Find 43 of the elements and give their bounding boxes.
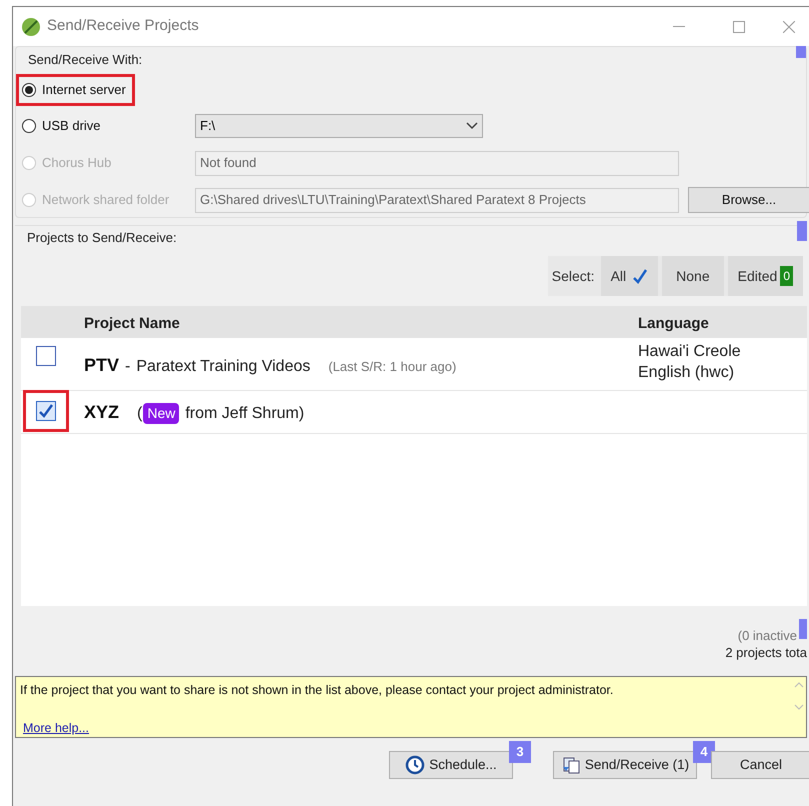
drive-dropdown[interactable]: F:\ (195, 114, 483, 138)
window-title: Send/Receive Projects (47, 16, 199, 36)
radio-button[interactable] (22, 83, 36, 97)
scroll-arrows-icon (794, 681, 804, 711)
inactive-count: (0 inactive (738, 627, 797, 645)
more-help-link[interactable]: More help... (23, 719, 90, 738)
checkbox[interactable] (36, 401, 56, 421)
select-none-button[interactable]: None (662, 256, 724, 296)
callout-marker (797, 221, 807, 241)
radio-option[interactable]: USB drive (22, 113, 107, 139)
group-title: Projects to Send/Receive: (27, 229, 177, 247)
column-header: Project Name (84, 314, 180, 334)
dialog-button[interactable]: Schedule... (389, 751, 513, 779)
radio-button[interactable] (22, 119, 36, 133)
paren-text: ( (137, 404, 142, 424)
dialog-button[interactable]: Send/Receive (1) (553, 751, 697, 779)
callout-marker (799, 619, 807, 639)
dialog-button[interactable]: Cancel (711, 751, 809, 779)
count-badge: 0 (780, 266, 793, 286)
language-cell-text: Hawai'i Creole English (hwc) (638, 342, 741, 383)
sync-documents-icon (560, 755, 581, 775)
chevron-icon (466, 122, 478, 130)
last-sync-note: (Last S/R: 1 hour ago) (328, 358, 456, 376)
leaf-logo-icon (21, 16, 41, 36)
callout-badge: 3 (509, 741, 531, 763)
project-name: Paratext Training Videos (136, 357, 310, 377)
callout-badge: 4 (693, 741, 715, 763)
column-header: Language (638, 314, 709, 334)
project-code: XYZ (84, 401, 120, 424)
radio-option[interactable]: Internet server (19, 77, 132, 103)
callout-marker (796, 46, 806, 58)
help-text: If the project that you want to share is not shown in the list above, please contact your project administrator. (20, 682, 614, 699)
new-badge: New (143, 403, 180, 424)
select-all-button[interactable]: All (600, 256, 658, 296)
select-edited-button[interactable]: Edited 0 (728, 256, 803, 296)
clock-icon (405, 755, 426, 775)
dash-separator: - (125, 357, 130, 377)
project-code: PTV (84, 354, 120, 377)
total-count: 2 projects tota (725, 644, 807, 662)
select-label: Select: (550, 266, 596, 286)
sender-text: from Jeff Shrum) (185, 404, 304, 424)
checkmark-icon (632, 268, 648, 284)
checkbox[interactable] (36, 346, 56, 366)
